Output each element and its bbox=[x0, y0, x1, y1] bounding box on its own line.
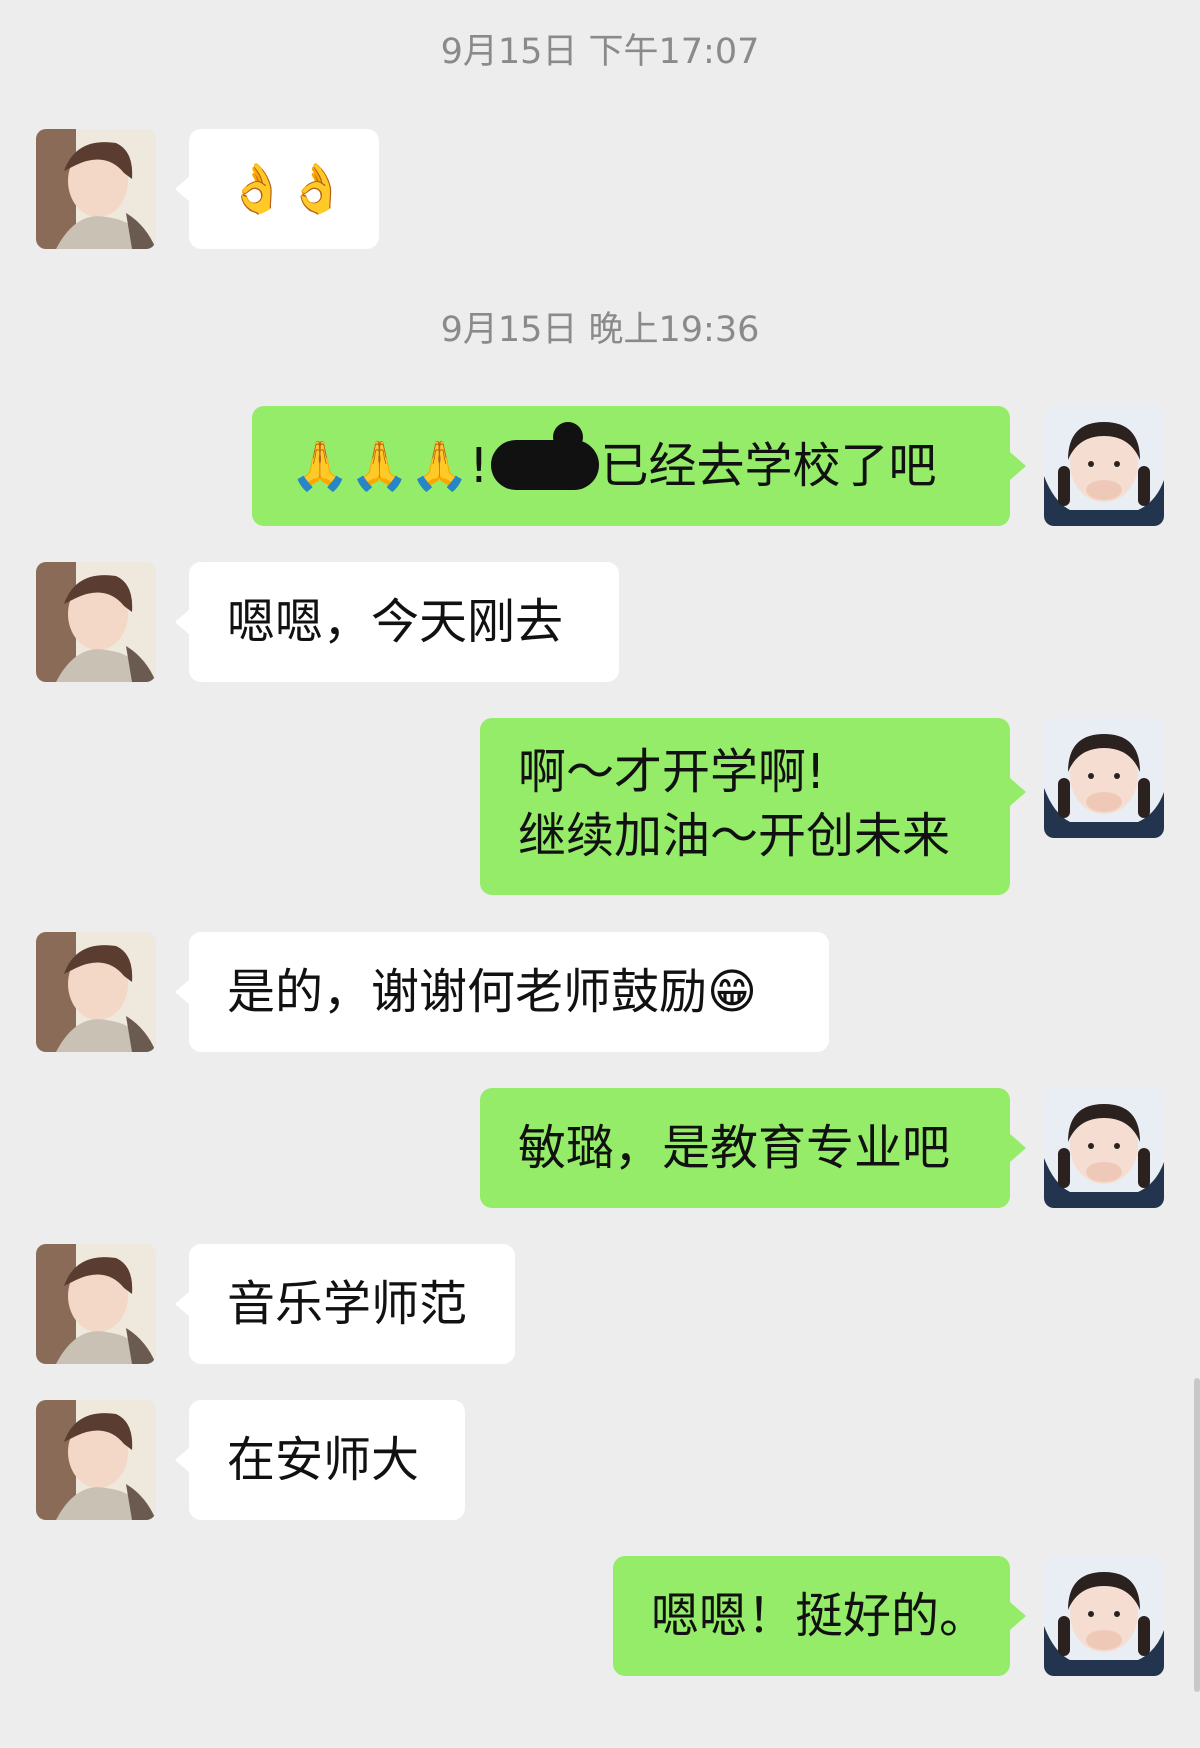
message-text: 音乐学师范 bbox=[227, 1276, 468, 1332]
self-avatar[interactable] bbox=[1044, 1556, 1164, 1676]
self-avatar[interactable] bbox=[1044, 1088, 1164, 1208]
message-bubble-6[interactable]: 敏璐，是教育专业吧 bbox=[480, 1088, 1026, 1208]
self-avatar-photo bbox=[1044, 406, 1164, 526]
scrollbar[interactable] bbox=[1194, 1378, 1200, 1692]
contact-avatar[interactable] bbox=[36, 562, 156, 682]
message-bubble-2[interactable]: 🙏🙏🙏! 已经去学校了吧 bbox=[252, 406, 1026, 526]
contact-avatar[interactable] bbox=[36, 1400, 156, 1520]
message-bubble-9[interactable]: 嗯嗯！挺好的。 bbox=[613, 1556, 1026, 1676]
message-text: 在安师大 bbox=[227, 1432, 420, 1488]
message-bubble-7[interactable]: 音乐学师范 bbox=[175, 1244, 515, 1364]
contact-avatar-photo bbox=[36, 1244, 156, 1364]
self-avatar[interactable] bbox=[1044, 718, 1164, 838]
message-text: 🙏🙏🙏! 已经去学校了吧 bbox=[290, 422, 937, 494]
message-text: 敏璐，是教育专业吧 bbox=[518, 1120, 951, 1176]
contact-avatar-photo bbox=[36, 932, 156, 1052]
self-avatar-photo bbox=[1044, 1556, 1164, 1676]
timestamp-1: 9月15日 下午17:07 bbox=[440, 32, 760, 72]
message-bubble-4[interactable]: 啊～才开学啊! 继续加油～开创未来 bbox=[480, 718, 1026, 895]
message-text: 👌👌 bbox=[227, 161, 347, 217]
message-text: 嗯嗯，今天刚去 bbox=[227, 594, 564, 650]
message-text-line-2: 继续加油～开创未来 bbox=[518, 808, 951, 864]
self-avatar-photo bbox=[1044, 1088, 1164, 1208]
self-avatar[interactable] bbox=[1044, 406, 1164, 526]
contact-avatar[interactable] bbox=[36, 1244, 156, 1364]
message-text: 嗯嗯！挺好的。 bbox=[651, 1588, 988, 1644]
message-bubble-8[interactable]: 在安师大 bbox=[175, 1400, 465, 1520]
message-bubble-3[interactable]: 嗯嗯，今天刚去 bbox=[175, 562, 619, 682]
message-bubble-1[interactable]: 👌👌 bbox=[175, 129, 379, 249]
message-text-line-1: 啊～才开学啊! bbox=[518, 744, 826, 800]
contact-avatar-photo bbox=[36, 1400, 156, 1520]
message-text: 是的，谢谢何老师鼓励😁 bbox=[227, 964, 758, 1020]
contact-avatar[interactable] bbox=[36, 932, 156, 1052]
contact-avatar[interactable] bbox=[36, 129, 156, 249]
self-avatar-photo bbox=[1044, 718, 1164, 838]
timestamp-2: 9月15日 晚上19:36 bbox=[440, 310, 760, 350]
message-bubble-5[interactable]: 是的，谢谢何老师鼓励😁 bbox=[175, 932, 829, 1052]
contact-avatar-photo bbox=[36, 562, 156, 682]
redacted-name-mark bbox=[490, 422, 599, 490]
contact-avatar-photo bbox=[36, 129, 156, 249]
